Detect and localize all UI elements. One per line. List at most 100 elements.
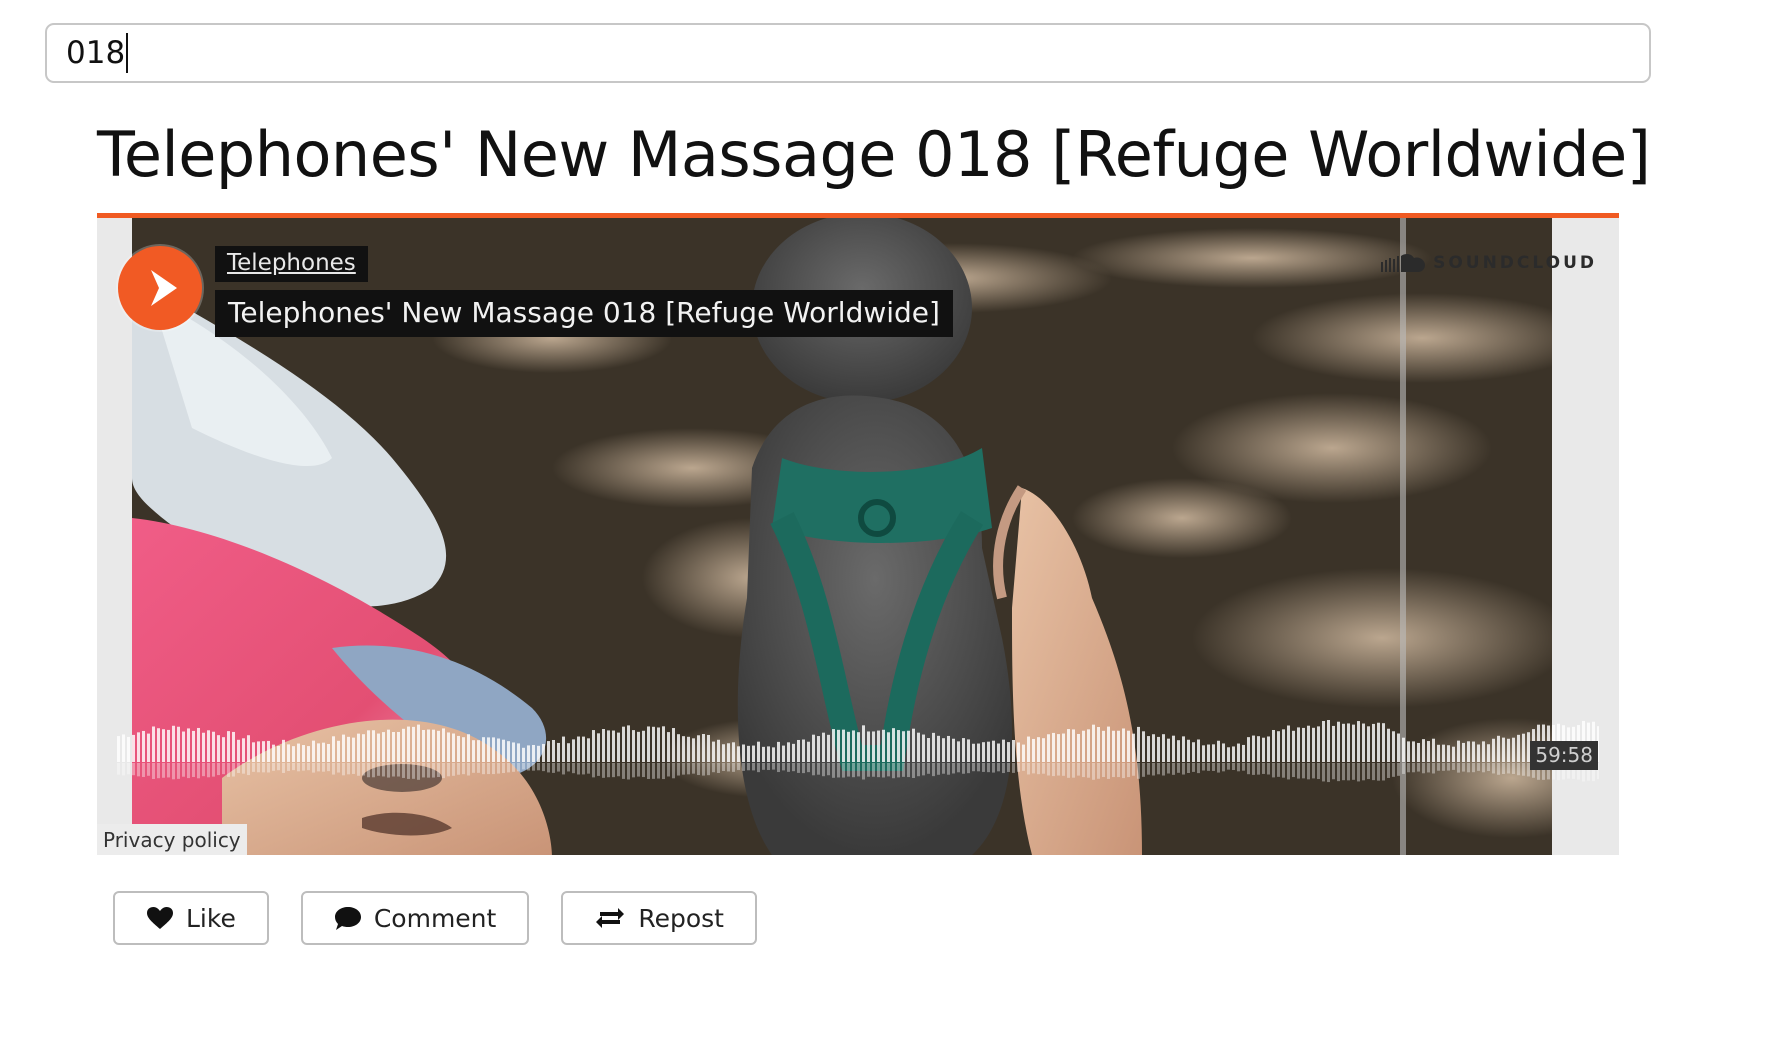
waveform-bar (632, 730, 635, 762)
waveform-bar (1047, 734, 1050, 762)
waveform-bar-reflection (127, 763, 130, 775)
waveform-bar (692, 738, 695, 762)
comment-button[interactable]: Comment (300, 891, 530, 945)
waveform-bar (337, 740, 340, 762)
waveform-bar-reflection (307, 763, 310, 771)
waveform-bar-reflection (1322, 763, 1325, 782)
waveform-bar (1332, 725, 1335, 762)
waveform-bar-reflection (327, 763, 330, 772)
waveform-bar-reflection (547, 763, 550, 773)
waveform-bar (797, 739, 800, 762)
waveform-bar-reflection (152, 763, 155, 779)
waveform-bar-reflection (537, 763, 540, 771)
waveform-bar (1127, 730, 1130, 762)
waveform-bar-reflection (517, 763, 520, 772)
waveform-bar (1292, 730, 1295, 762)
waveform-bar-reflection (702, 763, 705, 776)
waveform-bar (397, 731, 400, 762)
waveform-bar-reflection (347, 763, 350, 775)
waveform-bar-reflection (402, 763, 405, 778)
waveform-bar (262, 741, 265, 762)
waveform-bar (127, 736, 130, 762)
waveform-bar-reflection (1287, 763, 1290, 780)
waveform-bar-reflection (947, 763, 950, 775)
waveform-bar-reflection (482, 763, 485, 775)
waveform-bar-reflection (712, 763, 715, 773)
waveform-bar-reflection (407, 763, 410, 779)
waveform-bar-reflection (1197, 763, 1200, 774)
waveform-bar (222, 737, 225, 762)
waveform-bar (1167, 738, 1170, 762)
waveform-bar (242, 738, 245, 762)
play-button[interactable] (118, 246, 202, 330)
waveform[interactable] (117, 720, 1599, 796)
waveform-bar (1447, 745, 1450, 762)
waveform-bar-reflection (437, 763, 440, 778)
waveform-bar (837, 729, 840, 762)
waveform-bar (162, 729, 165, 762)
waveform-bar (822, 732, 825, 762)
waveform-bar-reflection (542, 763, 545, 772)
waveform-bar-reflection (142, 763, 145, 777)
waveform-bar-reflection (847, 763, 850, 777)
waveform-bar (592, 730, 595, 762)
waveform-bar (787, 742, 790, 762)
waveform-bar (1087, 729, 1090, 762)
like-button[interactable]: Like (113, 891, 269, 945)
waveform-bar (377, 733, 380, 762)
waveform-bar (1007, 742, 1010, 762)
waveform-bar-reflection (472, 763, 475, 773)
waveform-bar (912, 728, 915, 762)
waveform-bar (902, 731, 905, 762)
waveform-bar (312, 740, 315, 762)
waveform-bar (707, 734, 710, 762)
track-title-link[interactable]: Telephones' New Massage 018 [Refuge Worl… (215, 290, 953, 337)
waveform-bar-reflection (1202, 763, 1205, 771)
waveform-bar (1357, 721, 1360, 762)
waveform-bar (1262, 737, 1265, 762)
waveform-bar-reflection (1497, 763, 1500, 775)
waveform-bar-reflection (817, 763, 820, 775)
waveform-bar-reflection (1372, 763, 1375, 781)
soundcloud-wordmark: SOUNDCLOUD (1433, 253, 1597, 273)
waveform-bar (507, 741, 510, 762)
waveform-bar (1462, 742, 1465, 762)
waveform-bar (1477, 744, 1480, 762)
waveform-bar-reflection (717, 763, 720, 773)
waveform-bar-reflection (1067, 763, 1070, 778)
track-duration: 59:58 (1530, 741, 1598, 770)
waveform-bar (317, 743, 320, 762)
waveform-bar-reflection (992, 763, 995, 773)
waveform-bar-reflection (697, 763, 700, 776)
waveform-bar (1362, 723, 1365, 762)
waveform-bar-reflection (892, 763, 895, 779)
waveform-bar (622, 726, 625, 762)
waveform-bar-reflection (457, 763, 460, 775)
waveform-bar-reflection (1477, 763, 1480, 771)
waveform-bar (1377, 722, 1380, 762)
waveform-bar (1132, 733, 1135, 762)
waveform-bar (1277, 731, 1280, 762)
waveform-bar-reflection (557, 763, 560, 772)
waveform-bar (1392, 731, 1395, 762)
artist-link[interactable]: Telephones (215, 246, 368, 282)
waveform-bar (297, 743, 300, 762)
waveform-bar (1232, 746, 1235, 762)
waveform-bar-reflection (877, 763, 880, 778)
waveform-bar (432, 729, 435, 762)
waveform-bar-reflection (277, 763, 280, 771)
repost-button[interactable]: Repost (561, 891, 757, 945)
waveform-bar-reflection (492, 763, 495, 775)
waveform-bar-reflection (937, 763, 940, 775)
search-input[interactable]: 018 (45, 23, 1651, 83)
privacy-policy-link[interactable]: Privacy policy (97, 824, 247, 855)
waveform-bar-reflection (1482, 763, 1485, 773)
waveform-bar (1322, 721, 1325, 762)
waveform-bar (697, 735, 700, 762)
waveform-bar (667, 732, 670, 762)
soundcloud-logo[interactable]: SOUNDCLOUD (1381, 252, 1597, 274)
waveform-bar-reflection (237, 763, 240, 773)
waveform-bar-reflection (1432, 763, 1435, 774)
waveform-bar-reflection (782, 763, 785, 771)
waveform-bar-reflection (1327, 763, 1330, 783)
